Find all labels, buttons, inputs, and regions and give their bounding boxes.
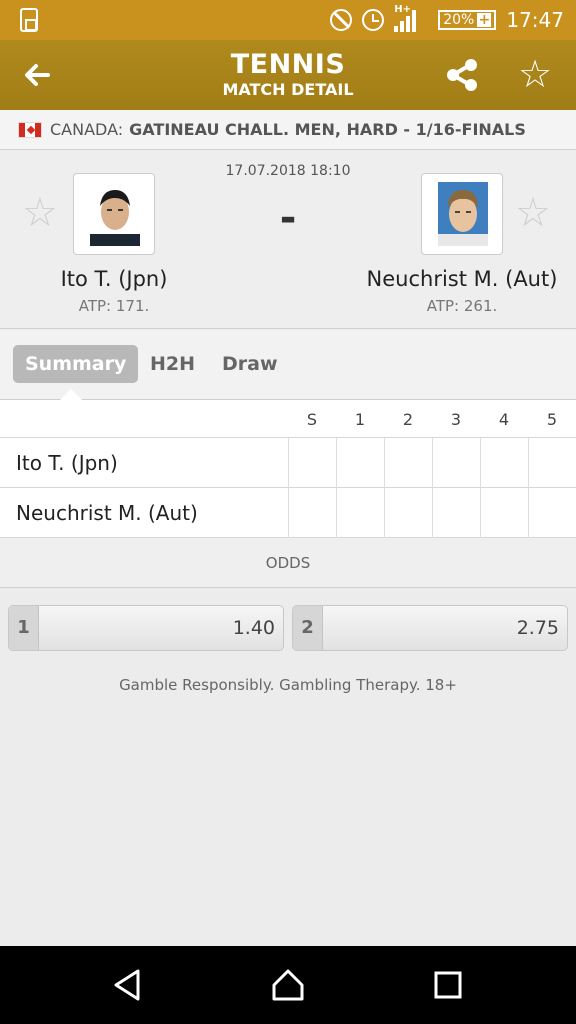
score-cell <box>336 438 384 488</box>
tab-h2h[interactable]: H2H <box>138 345 207 383</box>
home-favorite-star-icon[interactable]: ☆ <box>22 193 58 233</box>
battery-icon: 20% + <box>438 10 497 30</box>
table-row: Ito T. (Jpn) <box>0 438 576 488</box>
table-row: Neuchrist M. (Aut) <box>0 488 576 538</box>
score-cell <box>432 488 480 538</box>
status-clock: 17:47 <box>506 8 564 32</box>
home-player-name[interactable]: Ito T. (Jpn) <box>14 267 214 291</box>
home-player-photo[interactable] <box>73 173 155 255</box>
signal-icon: H+ <box>394 4 428 32</box>
score-table: S 1 2 3 4 5 Ito T. (Jpn) Neuchrist M. (A… <box>0 400 576 538</box>
favorite-star-icon[interactable]: ☆ <box>518 54 552 94</box>
row-player-name: Neuchrist M. (Aut) <box>16 501 198 525</box>
odds-value: 1.40 <box>232 617 275 639</box>
score-table-header: S 1 2 3 4 5 <box>0 400 576 438</box>
column-header: 1 <box>354 410 366 429</box>
active-tab-indicator <box>60 389 82 400</box>
charging-icon: + <box>477 12 492 28</box>
row-player-name: Ito T. (Jpn) <box>16 451 118 475</box>
do-not-disturb-icon <box>330 9 353 31</box>
away-player-name[interactable]: Neuchrist M. (Aut) <box>362 267 562 291</box>
page-title: TENNIS <box>230 49 346 80</box>
system-nav-bar <box>0 946 576 1024</box>
score-cell <box>528 438 576 488</box>
status-bar: H+ 20% + 17:47 <box>0 0 576 40</box>
away-player-rank: ATP: 261. <box>426 297 498 315</box>
score-cell <box>336 488 384 538</box>
away-favorite-star-icon[interactable]: ☆ <box>515 193 551 233</box>
app-bar: TENNIS MATCH DETAIL ☆ <box>0 40 576 110</box>
home-player-rank: ATP: 171. <box>78 297 150 315</box>
away-player-photo[interactable] <box>421 173 503 255</box>
match-header: 17.07.2018 18:10 - ☆ Ito T. (Jpn) ATP: 1… <box>0 151 576 329</box>
score-cell <box>480 438 528 488</box>
score-cell <box>480 488 528 538</box>
odds-label: 2 <box>293 606 323 650</box>
tab-summary[interactable]: Summary <box>13 345 139 383</box>
column-header: S <box>306 410 318 429</box>
score-cell <box>432 438 480 488</box>
column-header: 5 <box>546 410 558 429</box>
score-cell <box>288 438 336 488</box>
nav-home-icon[interactable] <box>268 965 308 1005</box>
league-bar[interactable]: CANADA: GATINEAU CHALL. MEN, HARD - 1/16… <box>0 110 576 150</box>
nav-recents-icon[interactable] <box>428 965 468 1005</box>
back-arrow-icon[interactable] <box>20 58 54 92</box>
alarm-icon <box>362 9 385 31</box>
column-header: 2 <box>402 410 414 429</box>
score-cell <box>528 488 576 538</box>
odds-home-button[interactable]: 1 1.40 <box>8 605 284 651</box>
canada-flag-icon <box>18 121 42 138</box>
player-avatar-icon <box>90 190 140 246</box>
player-avatar-icon <box>438 182 488 246</box>
nav-back-icon[interactable] <box>108 965 148 1005</box>
sim-card-icon <box>20 8 38 32</box>
network-type: H+ <box>394 4 411 15</box>
odds-label: 1 <box>9 606 39 650</box>
score-cell <box>384 488 432 538</box>
column-header: 4 <box>498 410 510 429</box>
share-icon[interactable] <box>444 57 480 93</box>
page-subtitle: MATCH DETAIL <box>222 80 354 99</box>
gambling-disclaimer[interactable]: Gamble Responsibly. Gambling Therapy. 18… <box>0 676 576 694</box>
score-cell <box>384 438 432 488</box>
tab-bar: Summary H2H Draw <box>0 330 576 400</box>
odds-away-button[interactable]: 2 2.75 <box>292 605 568 651</box>
odds-value: 2.75 <box>516 617 559 639</box>
league-name: GATINEAU CHALL. MEN, HARD - 1/16-FINALS <box>129 120 526 139</box>
battery-level: 20% <box>443 12 475 28</box>
league-country: CANADA: <box>50 120 124 139</box>
score-cell <box>288 488 336 538</box>
odds-header: ODDS <box>0 538 576 588</box>
column-header: 3 <box>450 410 462 429</box>
tab-draw[interactable]: Draw <box>210 345 290 383</box>
